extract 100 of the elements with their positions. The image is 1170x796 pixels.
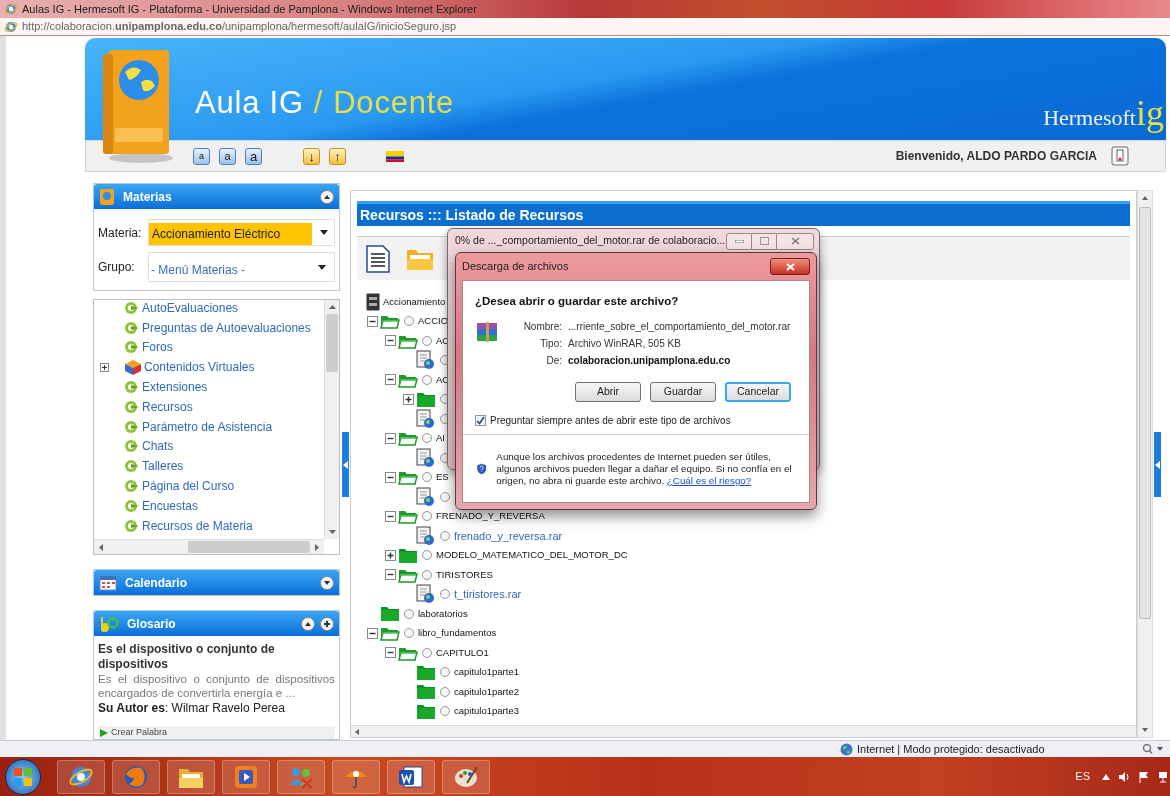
tree-item[interactable]: libro_fundamentos (418, 626, 497, 641)
radio-button[interactable] (404, 628, 414, 639)
radio-button[interactable] (440, 667, 450, 678)
media-player-icon[interactable] (234, 764, 258, 789)
horizontal-scrollbar[interactable] (94, 539, 324, 554)
expand-toggle[interactable] (384, 549, 396, 561)
flag-icon[interactable] (1138, 770, 1150, 783)
expand-toggle[interactable] (384, 569, 396, 581)
dropdown-arrow-icon[interactable] (318, 264, 326, 270)
network-icon[interactable] (1158, 770, 1168, 783)
dialog-button[interactable]: Guardar (650, 382, 716, 403)
menu-link[interactable]: Recursos de Materia (142, 516, 253, 535)
materia-select[interactable]: Accionamiento Eléctrico (148, 219, 335, 246)
address-bar[interactable]: http://colaboracion.unipamplona.edu.co/unipamplona/hermesoft/aulaIG/inicioSeguro.jsp (0, 18, 1170, 36)
create-word-link[interactable]: Crear Palabra (111, 728, 168, 737)
document-icon[interactable] (366, 244, 390, 273)
file-link[interactable]: frenado_y_reversa.rar (454, 527, 563, 544)
menu-link[interactable]: AutoEvaluaciones (142, 298, 239, 317)
radio-button[interactable] (440, 491, 450, 502)
menu-link[interactable]: Extensiones (142, 378, 208, 397)
add-button[interactable] (320, 616, 334, 631)
tree-item[interactable]: ACCIO (418, 314, 449, 329)
palette-icon[interactable] (453, 764, 479, 789)
tree-item[interactable]: AI (436, 431, 445, 446)
collapse-handle[interactable] (1154, 432, 1161, 497)
tree-item[interactable]: TIRISTORES (436, 567, 493, 582)
document-icon[interactable] (398, 763, 424, 790)
maximize-button[interactable] (752, 232, 776, 250)
grupo-select[interactable]: - Menú Materias - (148, 252, 335, 282)
scroll-thumb[interactable] (188, 541, 310, 553)
scroll-thumb[interactable] (326, 314, 338, 372)
collapse-button[interactable] (301, 616, 315, 631)
horizontal-scrollbar[interactable] (351, 725, 1136, 737)
tree-item[interactable]: MODELO_MATEMATICO_DEL_MOTOR_DC (436, 548, 628, 563)
menu-link[interactable]: Recursos (142, 397, 193, 416)
minimize-button[interactable] (726, 232, 752, 250)
expand-toggle[interactable] (366, 315, 378, 327)
tree-item[interactable]: CAPITULO1 (436, 645, 489, 660)
dialog-button[interactable]: Abrir (575, 382, 641, 403)
dropdown-arrow-icon[interactable] (320, 230, 328, 235)
order-button[interactable]: ↑ (329, 147, 346, 165)
tree-item[interactable]: FRENADO_Y_REVERSA (436, 509, 545, 524)
risk-link[interactable]: ¿Cuál es el riesgo? (666, 474, 752, 486)
checkbox[interactable] (475, 415, 486, 427)
order-button[interactable]: ↓ (303, 147, 320, 165)
radio-button[interactable] (422, 647, 432, 658)
speaker-icon[interactable] (1118, 770, 1130, 783)
expand-button[interactable] (320, 575, 334, 590)
expand-toggle[interactable] (384, 432, 396, 444)
collapse-handle[interactable] (341, 432, 349, 497)
radio-button[interactable] (440, 530, 450, 541)
radio-button[interactable] (422, 472, 432, 483)
menu-link[interactable]: Parámetro de Asistencia (142, 417, 273, 436)
radio-button[interactable] (422, 335, 432, 346)
radio-button[interactable] (440, 589, 450, 600)
tree-item[interactable]: capitulo1parte2 (454, 684, 519, 699)
logout-icon[interactable] (1111, 146, 1129, 166)
expand-toggle[interactable] (384, 510, 396, 522)
radio-button[interactable] (440, 706, 450, 717)
expand-toggle[interactable] (99, 362, 109, 372)
expand-toggle[interactable] (384, 647, 396, 659)
tree-item[interactable]: ES (436, 470, 449, 485)
start-button[interactable] (5, 758, 41, 795)
scroll-thumb[interactable] (1139, 207, 1151, 619)
language-indicator[interactable]: ES (1075, 768, 1090, 785)
zoom-icon[interactable] (1142, 743, 1164, 755)
menu-link[interactable]: Preguntas de Autoevaluaciones (142, 318, 311, 337)
menu-link[interactable]: Encuestas (142, 496, 199, 515)
tree-item[interactable]: laboratorios (418, 606, 468, 621)
expand-toggle[interactable] (384, 471, 396, 483)
radio-button[interactable] (422, 550, 432, 561)
vertical-scrollbar[interactable] (324, 300, 339, 539)
menu-link[interactable]: Chats (142, 437, 174, 456)
radio-button[interactable] (440, 686, 450, 697)
radio-button[interactable] (422, 374, 432, 385)
close-button[interactable] (770, 258, 810, 275)
file-link[interactable]: t_tiristores.rar (454, 586, 522, 603)
font-size-button[interactable]: a (193, 147, 210, 165)
radio-button[interactable] (422, 433, 432, 444)
font-size-button[interactable]: a (219, 147, 236, 165)
tree-item[interactable]: Accionamiento (383, 294, 446, 309)
expand-toggle[interactable] (384, 374, 396, 386)
expand-toggle[interactable] (366, 627, 378, 639)
menu-link[interactable]: Foros (142, 338, 173, 357)
vertical-scrollbar[interactable] (1137, 190, 1153, 738)
menu-link[interactable]: Contenidos Virtuales (144, 358, 255, 377)
menu-link[interactable]: Talleres (142, 457, 184, 476)
flag-icon[interactable] (386, 150, 404, 162)
tree-item[interactable]: capitulo1parte3 (454, 704, 519, 719)
radio-button[interactable] (422, 569, 432, 580)
expand-toggle[interactable] (402, 393, 414, 405)
tray-arrow-icon[interactable] (1102, 773, 1110, 780)
radio-button[interactable] (404, 608, 414, 619)
expand-toggle[interactable] (384, 335, 396, 347)
collapse-button[interactable] (320, 189, 334, 204)
radio-button[interactable] (422, 511, 432, 522)
radio-button[interactable] (404, 316, 414, 327)
menu-link[interactable]: Página del Curso (142, 477, 235, 496)
dialog-button[interactable]: Cancelar (725, 382, 791, 403)
tree-item[interactable]: capitulo1parte1 (454, 665, 519, 680)
